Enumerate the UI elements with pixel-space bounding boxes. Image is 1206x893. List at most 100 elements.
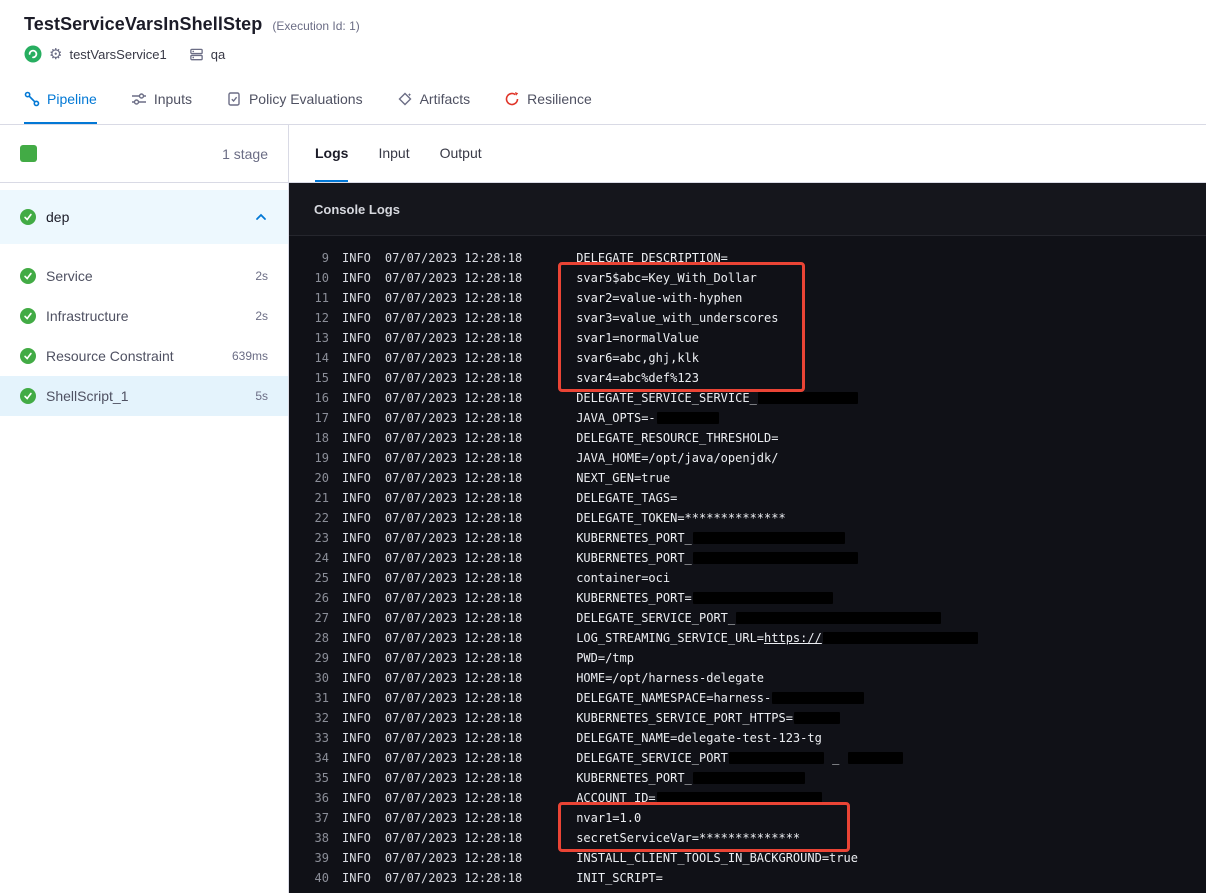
tab-policy-evaluations[interactable]: Policy Evaluations	[226, 76, 363, 124]
log-row: 9 INFO 07/07/2023 12:28:18 DELEGATE_DESCRIP…	[321, 251, 728, 265]
redacted-bar	[692, 532, 845, 544]
log-row: 11 INFO 07/07/2023 12:28:18 svar2=value-wit…	[314, 291, 743, 305]
log-row: 30 INFO 07/07/2023 12:28:18 HOME=/opt/harne…	[314, 671, 765, 685]
tab-output-label: Output	[439, 144, 482, 161]
console-title: Console Logs	[314, 201, 400, 217]
log-row: 27 INFO 07/07/2023 12:28:18 DELEGATE_SERVIC…	[303, 608, 1206, 628]
tab-logs[interactable]: Logs	[315, 125, 349, 182]
log-row: 26 INFO 07/07/2023 12:28:18 KUBERNETES_PORT…	[303, 588, 1206, 608]
environment-name[interactable]: qa	[211, 47, 225, 62]
tab-pipeline[interactable]: Pipeline	[24, 76, 97, 124]
execution-header: TestServiceVarsInShellStep (Execution Id…	[0, 0, 1206, 76]
tab-inputs[interactable]: Inputs	[131, 76, 192, 124]
tab-resilience[interactable]: Resilience	[504, 76, 592, 124]
resilience-icon	[504, 91, 520, 107]
log-link[interactable]: https://	[764, 631, 822, 645]
log-row: 32 INFO 07/07/2023 12:28:18 KUBERNETES_SERV…	[303, 708, 1206, 728]
success-check-icon	[20, 348, 36, 364]
log-row: 21 INFO 07/07/2023 12:28:18 DELEGATE_TAGS=	[314, 491, 678, 505]
log-list[interactable]: 9 INFO 07/07/2023 12:28:18 DELEGATE_DESCRIP…	[289, 236, 1206, 893]
tab-artifacts-label: Artifacts	[419, 91, 471, 107]
tab-logs-label: Logs	[315, 144, 349, 161]
step-duration: 2s	[255, 269, 268, 283]
step-list: Service 2s Infrastructure 2s Resource Co…	[0, 256, 288, 416]
redacted-bar	[656, 792, 822, 804]
redacted-bar	[692, 592, 833, 604]
log-row: 24 INFO 07/07/2023 12:28:18 KUBERNETES_PORT…	[303, 548, 1206, 568]
log-row: 22 INFO 07/07/2023 12:28:18 DELEGATE_TOKEN=…	[314, 511, 786, 525]
execution-nav: Pipeline Inputs Policy Evaluations Artif…	[0, 76, 1206, 125]
log-row: 40 INFO 07/07/2023 12:28:18 INIT_SCRIPT=	[314, 871, 663, 885]
redacted-bar	[847, 752, 903, 764]
tab-output[interactable]: Output	[440, 125, 482, 182]
log-row: 13 INFO 07/07/2023 12:28:18 svar1=normalVal…	[314, 331, 700, 345]
redacted-bar	[728, 752, 824, 764]
tab-resilience-label: Resilience	[527, 91, 592, 107]
log-row: 19 INFO 07/07/2023 12:28:18 JAVA_HOME=/opt/…	[314, 451, 779, 465]
log-row: 12 INFO 07/07/2023 12:28:18 svar3=value_wit…	[314, 311, 779, 325]
log-row: 33 INFO 07/07/2023 12:28:18 DELEGATE_NAME=d…	[314, 731, 822, 745]
step-name: ShellScript_1	[46, 388, 129, 404]
step-duration: 5s	[255, 389, 268, 403]
redacted-bar	[656, 412, 719, 424]
success-check-icon	[20, 209, 36, 225]
tab-input[interactable]: Input	[378, 125, 409, 182]
log-row: 37 INFO 07/07/2023 12:28:18 nvar1=1.0	[314, 811, 642, 825]
success-check-icon	[20, 388, 36, 404]
log-row: 14 INFO 07/07/2023 12:28:18 svar6=abc,ghj,k…	[314, 351, 700, 365]
redacted-bar	[736, 612, 942, 624]
step-name: Resource Constraint	[46, 348, 174, 364]
tab-input-label: Input	[378, 144, 410, 161]
step-name: Service	[46, 268, 93, 284]
log-row: 29 INFO 07/07/2023 12:28:18 PWD=/tmp	[314, 651, 634, 665]
log-row: 34 INFO 07/07/2023 12:28:18 DELEGATE_SERVIC…	[303, 748, 1206, 768]
artifacts-icon	[397, 91, 413, 107]
step-item-resource-constraint[interactable]: Resource Constraint 639ms	[0, 336, 288, 376]
log-row: 20 INFO 07/07/2023 12:28:18 NEXT_GEN=true	[314, 471, 671, 485]
step-name: Infrastructure	[46, 308, 129, 324]
log-row: 23 INFO 07/07/2023 12:28:18 KUBERNETES_PORT…	[303, 528, 1206, 548]
step-duration: 2s	[255, 309, 268, 323]
log-row: 18 INFO 07/07/2023 12:28:18 DELEGATE_RESOUR…	[314, 431, 779, 445]
environment-icon	[189, 47, 204, 62]
log-row: 15 INFO 07/07/2023 12:28:18 svar4=abc%def%1…	[314, 371, 700, 385]
stage-count: 1 stage	[222, 145, 268, 162]
step-detail-tabs: Logs Input Output	[289, 125, 1206, 183]
stage-item-dep[interactable]: dep	[0, 190, 288, 244]
log-row: 10 INFO 07/07/2023 12:28:18 svar5$abc=Key_W…	[314, 271, 757, 285]
step-item-service[interactable]: Service 2s	[0, 256, 288, 296]
redacted-bar	[822, 632, 978, 644]
tab-artifacts[interactable]: Artifacts	[397, 76, 471, 124]
redacted-bar	[757, 392, 858, 404]
console-header[interactable]: Console Logs	[289, 183, 1206, 236]
pipeline-icon	[24, 91, 40, 107]
console-panel: Console Logs 9 INFO 07/07/2023 12:28:18 DEL…	[289, 183, 1206, 893]
policy-check-icon	[226, 91, 242, 107]
log-row: 38 INFO 07/07/2023 12:28:18 secretServiceVa…	[314, 831, 801, 845]
log-row: 35 INFO 07/07/2023 12:28:18 KUBERNETES_PORT…	[303, 768, 1206, 788]
service-icon	[24, 45, 42, 63]
log-row: 28 INFO 07/07/2023 12:28:18 LOG_STREAMING_S…	[303, 628, 1206, 648]
log-row: 16 INFO 07/07/2023 12:28:18 DELEGATE_SERVIC…	[303, 388, 1206, 408]
gear-icon: ⚙	[49, 45, 63, 63]
execution-id: (Execution Id: 1)	[272, 19, 360, 33]
redacted-bar	[692, 772, 805, 784]
success-check-icon	[20, 268, 36, 284]
redacted-bar	[772, 692, 865, 704]
tab-policy-label: Policy Evaluations	[248, 91, 363, 107]
log-row: 17 INFO 07/07/2023 12:28:18 JAVA_OPTS=-	[303, 408, 1206, 428]
step-details-panel: Logs Input Output Console Logs 9 INFO 07/0…	[289, 125, 1206, 893]
redacted-bar	[793, 712, 840, 724]
chevron-up-icon[interactable]	[254, 210, 268, 224]
step-item-shellscript-1[interactable]: ShellScript_1 5s	[0, 376, 288, 416]
step-item-infrastructure[interactable]: Infrastructure 2s	[0, 296, 288, 336]
step-duration: 639ms	[231, 349, 268, 363]
service-name[interactable]: testVarsService1	[69, 47, 166, 62]
page-title: TestServiceVarsInShellStep	[24, 14, 263, 34]
log-row: 25 INFO 07/07/2023 12:28:18 container=oci	[314, 571, 671, 585]
log-row: 31 INFO 07/07/2023 12:28:18 DELEGATE_NAMESP…	[303, 688, 1206, 708]
stage-summary: 1 stage	[0, 125, 288, 183]
stage-status-square	[20, 145, 37, 162]
success-check-icon	[20, 308, 36, 324]
redacted-bar	[692, 552, 858, 564]
